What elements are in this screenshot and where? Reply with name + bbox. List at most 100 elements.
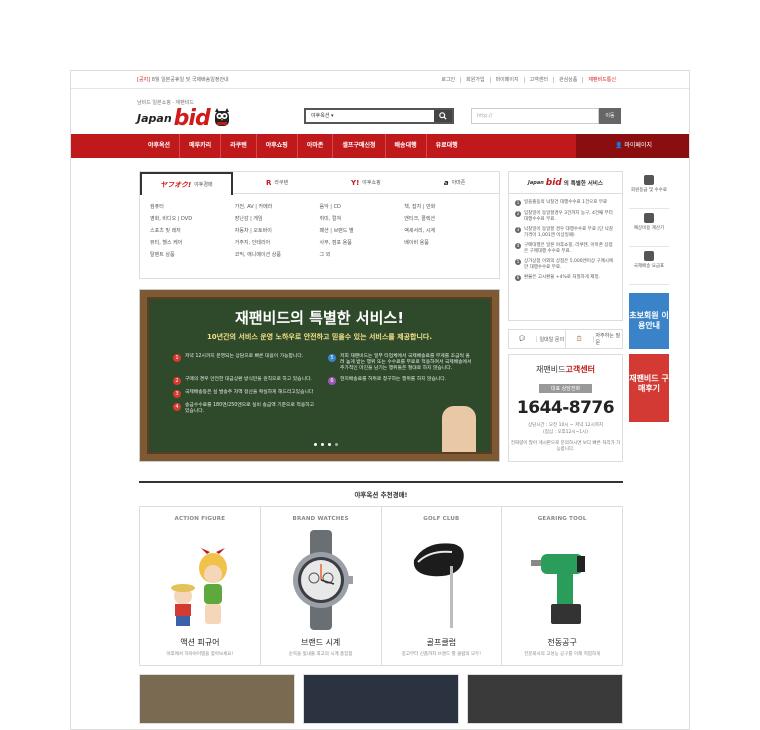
service-banner[interactable]: 재팬비드의 특별한 서비스! 10년간의 서비스 운영 노하우로 안전하고 믿을… [139,289,500,462]
card-action-figure[interactable]: ACTION FIGURE 액션 피규어 야후에서 하야야이템을 찾아보세요! [140,507,260,665]
tab-yahoo-shopping[interactable]: Y! 야후쇼핑 [322,172,411,193]
thumbnail-camera[interactable] [139,674,295,724]
signup-link[interactable]: 회원가입 [460,77,489,83]
nav-yahoo-shopping[interactable]: 야후쇼핑 [255,134,297,158]
url-go-button[interactable]: 이동 [599,108,621,124]
thumbnail-tools[interactable] [467,674,623,724]
category-link[interactable]: 음악 | CD [320,204,405,211]
banner-item-text: 국제배송등은 실 발송주 차액 정산을 확실하게 해드리고있습니다 [185,390,314,395]
nav-self-purchase[interactable]: 셀프구매신청 [332,134,384,158]
cs-tag: 대표 상담전화 [538,384,593,393]
chalk-hand-image [442,406,476,452]
quick-calculator[interactable]: 예상비용 계산기 [629,209,669,247]
tab-amazon[interactable]: a 아마존 [410,172,499,193]
special-service-item: 4 구매대행은 일본 야후쇼핑, 라쿠텐, 아마존 상점은 구매대행 수수료 무료… [515,243,616,254]
category-link[interactable]: 코믹, 애니메이션 상품 [235,252,320,259]
banner-item: 2 구매의 경우 안전한 대금상환 방식만을 원칙으로 하고 있습니다. [173,377,318,385]
special-service-item: 1 일을출동의 낙찰건 대행수수료 1건으로 무료 [515,200,616,206]
yahoo-logo-icon: Y! [351,178,360,187]
special-title-text: 의 특별한 서비스 [563,180,603,187]
news-link[interactable]: 재팬비드통신 [582,77,621,83]
calculator-icon [644,213,654,223]
mypage-link[interactable]: 마이페이지 [489,77,524,83]
card-category: ACTION FIGURE [174,516,226,522]
quick-shipping-rates[interactable]: 국제배송 요금표 [629,247,669,285]
nav-amazon[interactable]: 아마존 [296,134,333,158]
card-desc: 순목을 빛내줄 최고의 시계 총집합 [288,652,353,657]
search-button[interactable] [434,110,452,122]
category-link[interactable]: 컴퓨터 [150,204,235,211]
quick-label: 예상비용 계산기 [633,226,665,231]
thumbnail-ring[interactable] [303,674,459,724]
card-desc: 야후에서 하야야이템을 찾아보세요! [166,652,234,657]
faq-button[interactable]: 📋 자주하는 질문 [566,330,622,348]
special-service-item: 6 환불은 고시환율 +4%로 처절하게 제정. [515,275,616,281]
search-category-select[interactable]: 야후옥션 ▾ [306,110,354,122]
category-list: 컴퓨터 가전, AV | 카메라 음악 | CD 책, 잡지 | 만화영화, 비디오 … [140,194,499,259]
number-badge: 3 [173,390,181,398]
cs-phone: 1644-8776 [516,398,615,418]
tab-label: 라쿠텐 [274,180,289,186]
special-service-text: 구매대행은 일본 야후쇼핑, 라쿠텐, 아마존 상점은 구매대행 수수료 무료. [524,243,613,254]
category-link[interactable]: 사무, 점포 용품 [320,240,405,247]
nav-yahoo-auction[interactable]: 야후옥션 [139,134,179,158]
number-badge: 6 [328,377,336,385]
category-link[interactable]: 취미, 컬쳐 [320,216,405,223]
special-service-text: 입찰일이 동일할경우 3건까지 농구, 4건째 부터 대행수수료 무료. [524,211,613,222]
card-gearing-tool[interactable]: GEARING TOOL 전동공구 전문회사의 고성능 공구를 이제 저렴하게 [501,507,622,665]
category-link[interactable]: 장난감 | 게임 [235,216,320,223]
special-service-text: 상가상점 이외의 상점은 5,000엔이상 구매시에만 대행수수료 무료. [524,259,613,270]
purchase-review-banner[interactable]: 재팬비드 구매후기 [629,354,669,422]
number-badge: 1 [173,354,181,362]
special-service-item: 5 상가상점 이외의 상점은 5,000엔이상 구매시에만 대행수수료 무료. [515,259,616,270]
beginner-guide-banner[interactable]: 초보회원 이용안내 [629,293,669,349]
category-link[interactable]: 그 외 [320,252,405,259]
search-bar: 야후옥션 ▾ [304,108,454,124]
faq-label: 자주하는 질문 [595,333,621,346]
number-badge: 6 [515,275,521,281]
nav-rakuten[interactable]: 라쿠텐 [220,134,256,158]
recommend-cards: ACTION FIGURE 액션 피규어 야후에서 하야야이템을 찾아보세요! … [139,506,623,666]
special-service-box: Japan bid 의 특별한 서비스 1 일을출동의 낙찰건 대행수수료 1건으… [508,171,623,321]
site-logo[interactable]: Japan bid [137,105,231,131]
quick-member-grade[interactable]: 회원등급 및 수수료 [629,171,669,209]
notice-link[interactable]: [공지] 8월 일본공휴일 및 국제배송일정안내 [137,71,229,89]
category-link[interactable]: 거주지, 인테리어 [235,240,320,247]
number-badge: 1 [515,200,521,206]
category-link[interactable]: 가전, AV | 카메라 [235,204,320,211]
one-on-one-inquiry-button[interactable]: 💬 일대일 문의 [509,330,566,348]
banner-subtitle: 10년간의 서비스 운영 노하우로 안전하고 믿을수 있는 서비스를 제공합니다… [206,333,433,341]
card-golf-club[interactable]: GOLF CLUB 골프클럽 중고부터 신품까지 브랜드 별 클럽의 모두! [380,507,502,665]
card-name: 전동공구 [547,638,577,647]
tab-yahoo-auction[interactable]: ヤフオク! 야후경매 [140,172,233,195]
category-link[interactable]: 패션 | 브랜드 별 [320,228,405,235]
nav-shipping[interactable]: 배송대행 [384,134,426,158]
category-link[interactable]: 스포츠 및 레저 [150,228,235,235]
category-link[interactable]: 자동차 | 오토바이 [235,228,320,235]
category-link[interactable]: 액세서리, 시계 [404,228,489,235]
category-link[interactable]: 베이비 용품 [404,240,489,247]
amazon-logo-icon: a [443,178,449,187]
nav-paid-agency[interactable]: 유료대행 [425,134,467,158]
number-badge: 2 [173,377,181,385]
category-link[interactable]: 앤티크, 콜렉션 [404,216,489,223]
category-tab-box: ヤフオク! 야후경매 R 라쿠텐 Y! 야후쇼핑 a 아마존 컴퓨터 가전, AV | 카… [139,171,500,279]
cs-title: 재팬비드고객센터 [536,365,595,374]
card-brand-watches[interactable]: BRAND WATCHES 브랜드 시계 순목을 빛내줄 최고의 시계 총집합 [259,507,381,665]
login-link[interactable]: 로그인 [436,77,460,83]
banner-pagination[interactable] [314,443,338,446]
support-link[interactable]: 고객센터 [523,77,553,83]
category-link[interactable]: 영화, 비디오 | DVD [150,216,235,223]
category-link[interactable]: 탈렌트 상품 [150,252,235,259]
category-link[interactable]: 책, 잡지 | 만화 [404,204,489,211]
power-drill-image [531,554,586,624]
bottom-thumbnails [139,674,623,724]
wishlist-link[interactable]: 관심상품 [552,77,582,83]
number-badge: 4 [515,243,521,249]
category-link[interactable]: 뷰티, 헬스 케어 [150,240,235,247]
yahuoku-logo-icon: ヤフオク! [160,180,192,189]
tab-rakuten[interactable]: R 라쿠텐 [233,172,322,193]
nav-mypage-button[interactable]: 👤 마이페이지 [576,134,689,158]
nav-mercari[interactable]: 메루카리 [179,134,220,158]
url-input[interactable]: http:// [471,108,599,124]
